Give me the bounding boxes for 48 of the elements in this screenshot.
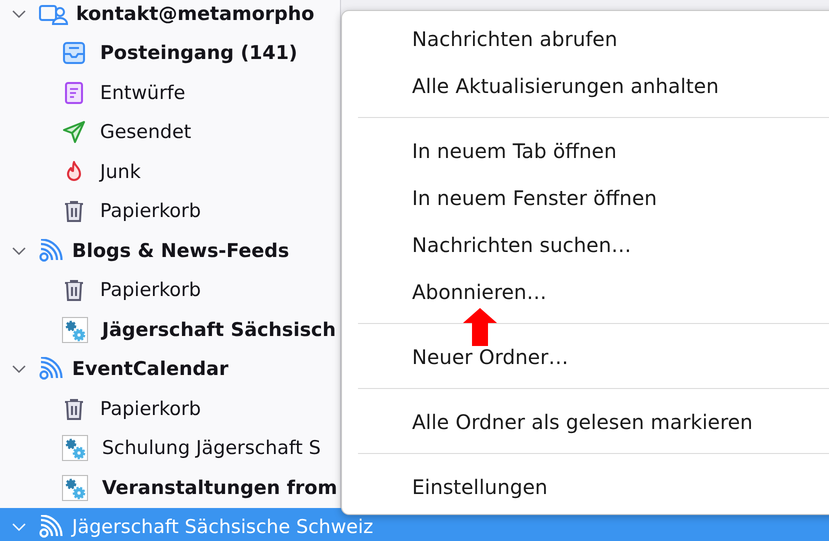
menu-item[interactable]: In neuem Fenster öffnen bbox=[412, 186, 657, 210]
menu-item[interactable]: Abonnieren… bbox=[412, 280, 547, 304]
folder-name: Veranstaltungen from bbox=[102, 476, 338, 499]
feed-icon bbox=[38, 238, 64, 263]
folder-item[interactable]: Papierkorb bbox=[0, 192, 340, 231]
folder-item[interactable]: Schulung Jägerschaft S bbox=[0, 428, 340, 468]
menu-item[interactable]: Alle Ordner als gelesen markieren bbox=[412, 410, 753, 434]
folder-item[interactable]: Veranstaltungen from bbox=[0, 468, 340, 508]
folder-name: kontakt@metamorpho bbox=[76, 2, 314, 25]
inbox-icon bbox=[62, 41, 86, 66]
gears-icon bbox=[62, 435, 88, 462]
menu-item[interactable]: Neuer Ordner… bbox=[412, 344, 568, 368]
folder-name: Posteingang (141) bbox=[100, 42, 298, 64]
folder-item[interactable]: kontakt@metamorpho bbox=[0, 0, 340, 34]
folder-name: Gesendet bbox=[100, 121, 192, 144]
gears-icon bbox=[62, 474, 88, 501]
folder-item[interactable]: Posteingang (141) bbox=[0, 34, 340, 73]
folder-name: Jägerschaft Sächsisch bbox=[102, 318, 336, 341]
feed-icon bbox=[38, 357, 64, 382]
folder-item[interactable]: Papierkorb bbox=[0, 270, 340, 310]
menu-item[interactable]: Nachrichten suchen… bbox=[412, 232, 632, 256]
trash-icon bbox=[62, 199, 86, 224]
trash-icon bbox=[62, 396, 86, 421]
folder-name: Junk bbox=[100, 160, 141, 183]
folder-name: Entwürfe bbox=[100, 82, 186, 104]
folder-item[interactable]: EventCalendar bbox=[0, 350, 340, 389]
feed-icon bbox=[38, 515, 64, 540]
folder-name: Papierkorb bbox=[100, 200, 201, 222]
folder-item[interactable]: Blogs & News-Feeds bbox=[0, 231, 340, 270]
gears-icon bbox=[62, 316, 88, 343]
trash-icon bbox=[62, 278, 86, 302]
menu-item[interactable]: Einstellungen bbox=[412, 474, 548, 498]
folder-name: Blogs & News-Feeds bbox=[72, 240, 290, 262]
folder-item[interactable]: Gesendet bbox=[0, 112, 340, 152]
document-icon bbox=[62, 80, 86, 105]
paper-plane-icon bbox=[62, 120, 86, 144]
folder-item[interactable]: Junk bbox=[0, 152, 340, 192]
folder-name: Papierkorb bbox=[100, 279, 201, 302]
folder-item[interactable]: Entwürfe bbox=[0, 73, 340, 112]
folder-name: Jägerschaft Sächsische Schweiz bbox=[72, 516, 374, 538]
folder-name: Papierkorb bbox=[100, 398, 201, 420]
folder-name: Schulung Jägerschaft S bbox=[102, 437, 321, 460]
folder-item[interactable]: Jägerschaft Sächsisch bbox=[0, 310, 340, 350]
menu-item[interactable]: Alle Aktualisierungen anhalten bbox=[412, 74, 719, 98]
menu-item[interactable]: Nachrichten abrufen bbox=[412, 26, 618, 50]
folder-item[interactable]: Papierkorb bbox=[0, 389, 340, 428]
folder-name: EventCalendar bbox=[72, 358, 228, 380]
menu-item[interactable]: In neuem Tab öffnen bbox=[412, 138, 617, 162]
